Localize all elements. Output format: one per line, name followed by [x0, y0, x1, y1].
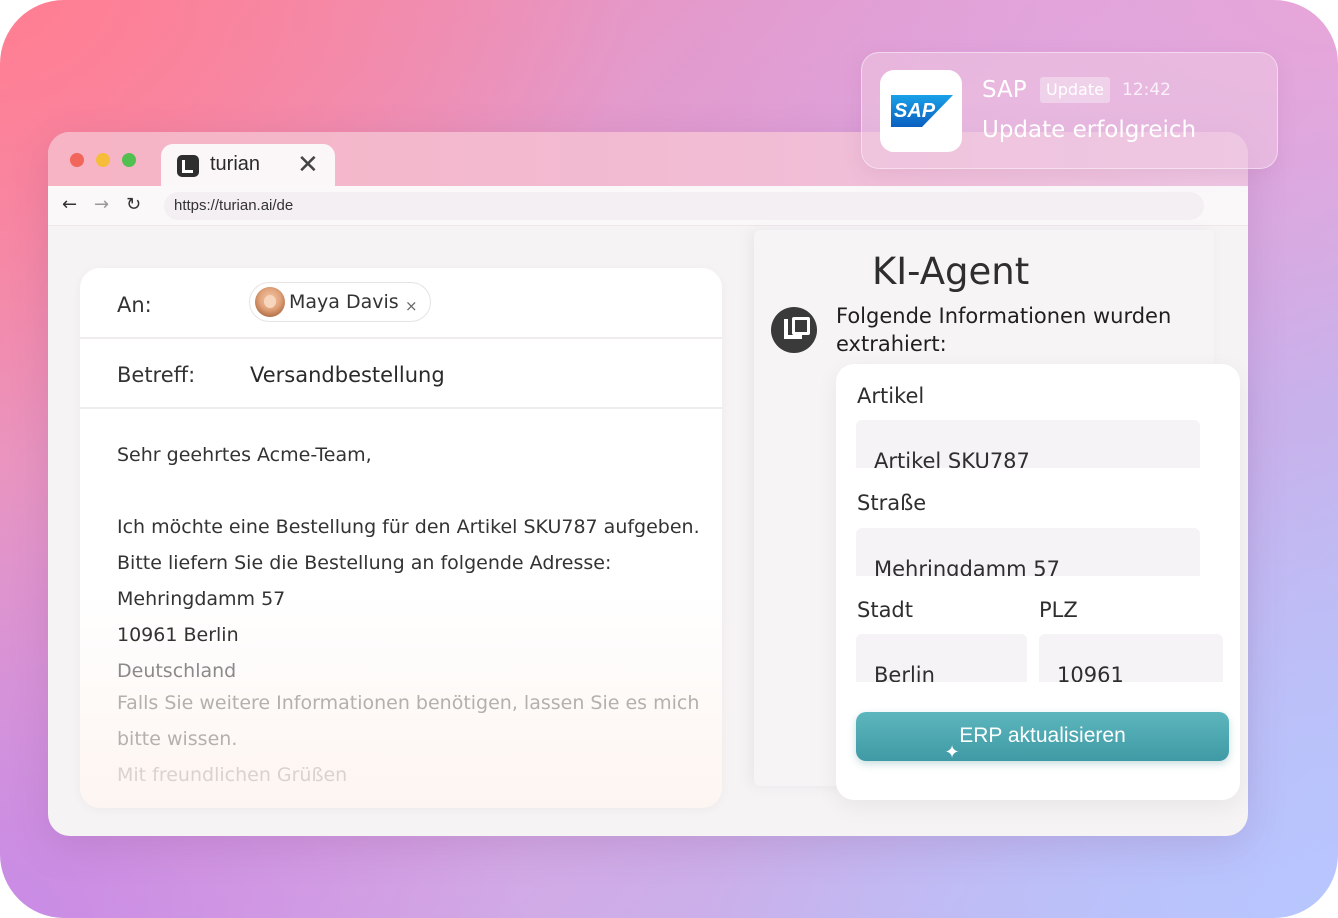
notification-time: 12:42	[1122, 80, 1171, 100]
artikel-value: Artikel SKU787	[874, 449, 1030, 468]
notification-app-name: SAP	[982, 77, 1027, 103]
close-window-button[interactable]	[70, 153, 84, 167]
tab-title: turian	[210, 153, 261, 175]
body-line: Mehringdamm 57	[117, 588, 286, 610]
artikel-field[interactable]: Artikel SKU787	[856, 420, 1200, 468]
maximize-window-button[interactable]	[122, 153, 136, 167]
stadt-value: Berlin	[874, 663, 935, 682]
forward-arrow-icon[interactable]: →	[94, 193, 109, 217]
sparkle-icon: ✦	[944, 742, 960, 763]
notification-message: Update erfolgreich	[982, 117, 1197, 143]
recipient-row: An: Maya Davis ×	[80, 268, 722, 339]
turian-logo-icon	[177, 155, 199, 177]
sap-notification[interactable]: SAP SAP Update 12:42 Update erfolgreich	[861, 52, 1278, 169]
strasse-label: Straße	[857, 491, 927, 515]
to-label: An:	[117, 293, 152, 317]
address-bar[interactable]: https://turian.ai/de	[164, 192, 1204, 220]
body-line: 10961 Berlin	[117, 624, 239, 646]
artikel-label: Artikel	[857, 384, 925, 408]
body-line: Falls Sie weitere Informationen benötige…	[117, 692, 700, 714]
browser-tab[interactable]: turian ✕	[161, 144, 335, 186]
minimize-window-button[interactable]	[96, 153, 110, 167]
avatar	[255, 287, 285, 317]
sap-app-icon: SAP	[880, 70, 962, 152]
turian-agent-icon	[771, 307, 817, 353]
reload-icon[interactable]: ↻	[126, 193, 141, 217]
body-line: Bitte liefern Sie die Bestellung an folg…	[117, 552, 612, 574]
body-line: Sehr geehrtes Acme-Team,	[117, 444, 372, 466]
body-line: Ich möchte eine Bestellung für den Artik…	[117, 516, 700, 538]
agent-message: Folgende Informationen wurden extrahiert…	[836, 304, 1172, 356]
plz-field[interactable]: 10961	[1039, 634, 1223, 682]
sap-logo-icon: SAP	[891, 95, 953, 127]
remove-recipient-icon[interactable]: ×	[405, 297, 418, 315]
erp-button-label: ERP aktualisieren	[959, 724, 1126, 747]
stadt-label: Stadt	[857, 598, 913, 622]
recipient-name: Maya Davis	[289, 291, 399, 313]
subject-row[interactable]: Betreff: Versandbestellung	[80, 339, 722, 409]
email-compose-panel: An: Maya Davis × Betreff: Versandbestell…	[80, 268, 722, 808]
tab-close-icon[interactable]: ✕	[297, 150, 319, 180]
subject-value: Versandbestellung	[250, 363, 445, 387]
recipient-chip[interactable]: Maya Davis ×	[249, 282, 431, 322]
strasse-field[interactable]: Mehringdamm 57	[856, 528, 1200, 576]
body-line: bitte wissen.	[117, 728, 238, 750]
sap-logo-text: SAP	[894, 100, 936, 122]
body-line: Deutschland	[117, 660, 237, 682]
body-line: Mit freundlichen Grüßen	[117, 764, 348, 786]
strasse-value: Mehringdamm 57	[874, 557, 1060, 576]
status-badge: Update	[1040, 77, 1110, 103]
plz-label: PLZ	[1039, 598, 1078, 622]
agent-title: KI-Agent	[872, 250, 1030, 293]
subject-label: Betreff:	[117, 363, 196, 387]
browser-toolbar: ← → ↻ https://turian.ai/de	[48, 186, 1248, 226]
back-arrow-icon[interactable]: ←	[62, 193, 77, 217]
stadt-field[interactable]: Berlin	[856, 634, 1027, 682]
url-text: https://turian.ai/de	[174, 197, 294, 214]
erp-update-button[interactable]: ERP aktualisieren	[856, 712, 1229, 761]
plz-value: 10961	[1057, 663, 1124, 682]
